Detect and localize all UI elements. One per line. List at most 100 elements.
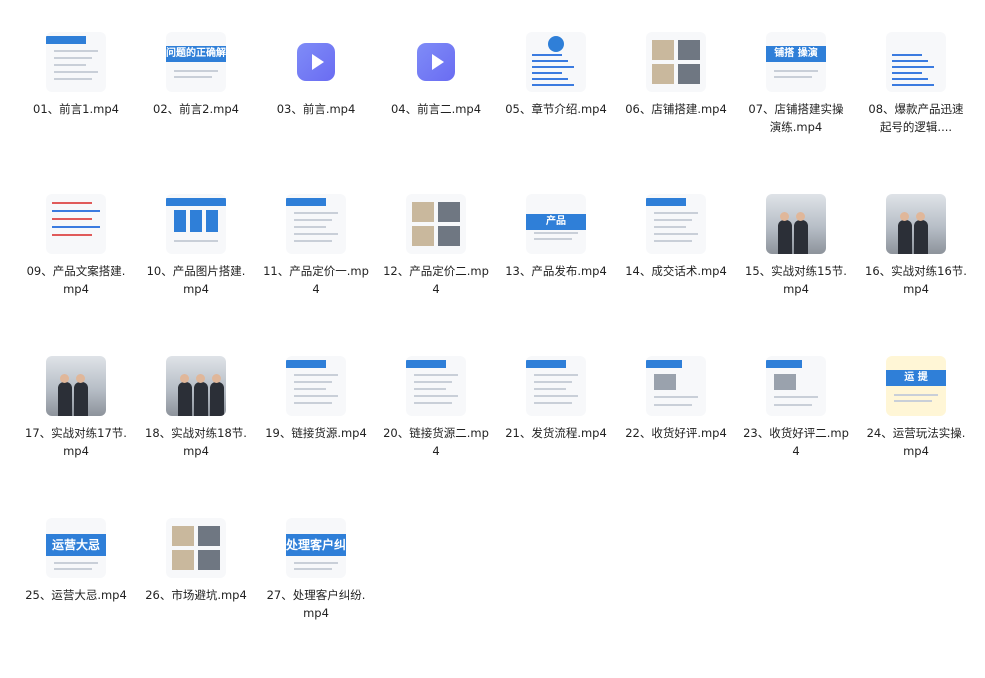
file-thumbnail[interactable] xyxy=(886,194,946,254)
thumb-text-line xyxy=(54,562,98,564)
thumb-banner: 运 提 xyxy=(886,370,946,386)
file-thumbnail[interactable] xyxy=(766,356,826,416)
file-name[interactable]: 13、产品发布.mp4 xyxy=(501,262,611,280)
file-item[interactable]: 14、成交话术.mp4 xyxy=(621,194,731,280)
file-thumbnail[interactable]: 铺搭 操演 xyxy=(766,32,826,92)
file-thumbnail[interactable] xyxy=(886,32,946,92)
file-thumbnail[interactable] xyxy=(406,356,466,416)
thumb-banner xyxy=(286,360,326,368)
file-item[interactable]: 03、前言.mp4 xyxy=(261,32,371,118)
file-thumbnail[interactable]: 问题的正确解决 xyxy=(166,32,226,92)
file-name[interactable]: 15、实战对练15节.mp4 xyxy=(741,262,851,298)
file-item[interactable]: 05、章节介绍.mp4 xyxy=(501,32,611,118)
file-name[interactable]: 24、运营玩法实操.mp4 xyxy=(861,424,971,460)
file-thumbnail[interactable]: 运营大忌 xyxy=(46,518,106,578)
file-item[interactable]: 17、实战对练17节.mp4 xyxy=(21,356,131,460)
file-name[interactable]: 08、爆款产品迅速起号的逻辑.... xyxy=(861,100,971,136)
file-name[interactable]: 25、运营大忌.mp4 xyxy=(21,586,131,604)
file-name[interactable]: 03、前言.mp4 xyxy=(261,100,371,118)
thumb-banner: 铺搭 操演 xyxy=(766,46,826,62)
file-item[interactable]: 铺搭 操演 07、店铺搭建实操演练.mp4 xyxy=(741,32,851,136)
thumb-banner xyxy=(406,360,446,368)
file-name[interactable]: 23、收货好评二.mp4 xyxy=(741,424,851,460)
file-item[interactable]: 08、爆款产品迅速起号的逻辑.... xyxy=(861,32,971,136)
person-head xyxy=(60,374,69,383)
thumb-list-line xyxy=(892,66,934,68)
file-thumbnail[interactable] xyxy=(166,356,226,416)
file-item[interactable]: 产品 13、产品发布.mp4 xyxy=(501,194,611,280)
file-thumbnail[interactable] xyxy=(166,194,226,254)
file-thumbnail[interactable]: 运 提 xyxy=(886,356,946,416)
file-thumbnail[interactable] xyxy=(646,32,706,92)
file-thumbnail[interactable] xyxy=(166,518,226,578)
file-name[interactable]: 07、店铺搭建实操演练.mp4 xyxy=(741,100,851,136)
person-head xyxy=(796,212,805,221)
file-name[interactable]: 17、实战对练17节.mp4 xyxy=(21,424,131,460)
file-item[interactable]: 10、产品图片搭建.mp4 xyxy=(141,194,251,298)
file-item[interactable]: 21、发货流程.mp4 xyxy=(501,356,611,442)
file-thumbnail[interactable] xyxy=(646,194,706,254)
file-name[interactable]: 11、产品定价一.mp4 xyxy=(261,262,371,298)
file-item[interactable]: 23、收货好评二.mp4 xyxy=(741,356,851,460)
file-thumbnail[interactable] xyxy=(526,356,586,416)
file-name[interactable]: 10、产品图片搭建.mp4 xyxy=(141,262,251,298)
file-thumbnail[interactable] xyxy=(286,194,346,254)
file-thumbnail[interactable] xyxy=(46,194,106,254)
file-item[interactable]: 处理客户纠纷 27、处理客户纠纷.mp4 xyxy=(261,518,371,622)
file-item[interactable]: 26、市场避坑.mp4 xyxy=(141,518,251,604)
file-item[interactable]: 19、链接货源.mp4 xyxy=(261,356,371,442)
file-name[interactable]: 19、链接货源.mp4 xyxy=(261,424,371,442)
file-thumbnail[interactable] xyxy=(406,32,466,92)
file-item[interactable]: 01、前言1.mp4 xyxy=(21,32,131,118)
file-name[interactable]: 14、成交话术.mp4 xyxy=(621,262,731,280)
file-item[interactable]: 20、链接货源二.mp4 xyxy=(381,356,491,460)
thumb-banner: 处理客户纠纷 xyxy=(286,534,346,556)
person-head xyxy=(180,374,189,383)
file-name[interactable]: 18、实战对练18节.mp4 xyxy=(141,424,251,460)
file-name[interactable]: 21、发货流程.mp4 xyxy=(501,424,611,442)
file-item[interactable]: 运营大忌 25、运营大忌.mp4 xyxy=(21,518,131,604)
file-thumbnail[interactable] xyxy=(286,32,346,92)
file-name[interactable]: 09、产品文案搭建.mp4 xyxy=(21,262,131,298)
thumb-list-line xyxy=(892,78,928,80)
file-name[interactable]: 16、实战对练16节.mp4 xyxy=(861,262,971,298)
file-thumbnail[interactable]: 产品 xyxy=(526,194,586,254)
file-item[interactable]: 11、产品定价一.mp4 xyxy=(261,194,371,298)
file-item[interactable]: 22、收货好评.mp4 xyxy=(621,356,731,442)
thumb-text-line xyxy=(534,232,578,234)
file-item[interactable]: 16、实战对练16节.mp4 xyxy=(861,194,971,298)
file-thumbnail[interactable] xyxy=(766,194,826,254)
file-item[interactable]: 09、产品文案搭建.mp4 xyxy=(21,194,131,298)
file-thumbnail[interactable] xyxy=(46,356,106,416)
file-item[interactable]: 04、前言二.mp4 xyxy=(381,32,491,118)
file-name[interactable]: 12、产品定价二.mp4 xyxy=(381,262,491,298)
thumb-list-line xyxy=(892,54,922,56)
file-item[interactable]: 运 提 24、运营玩法实操.mp4 xyxy=(861,356,971,460)
file-thumbnail[interactable]: 处理客户纠纷 xyxy=(286,518,346,578)
file-item[interactable]: 06、店铺搭建.mp4 xyxy=(621,32,731,118)
file-name[interactable]: 02、前言2.mp4 xyxy=(141,100,251,118)
file-thumbnail[interactable] xyxy=(406,194,466,254)
thumb-text-line xyxy=(294,233,338,235)
file-name[interactable]: 22、收货好评.mp4 xyxy=(621,424,731,442)
person-figure xyxy=(898,220,912,254)
file-thumbnail[interactable] xyxy=(46,32,106,92)
file-thumbnail[interactable] xyxy=(526,32,586,92)
file-name[interactable]: 01、前言1.mp4 xyxy=(21,100,131,118)
thumb-text-line xyxy=(52,210,100,212)
file-name[interactable]: 26、市场避坑.mp4 xyxy=(141,586,251,604)
thumb-list-line xyxy=(892,72,922,74)
file-name[interactable]: 27、处理客户纠纷.mp4 xyxy=(261,586,371,622)
file-name[interactable]: 06、店铺搭建.mp4 xyxy=(621,100,731,118)
file-item[interactable]: 问题的正确解决 02、前言2.mp4 xyxy=(141,32,251,118)
file-name[interactable]: 04、前言二.mp4 xyxy=(381,100,491,118)
file-thumbnail[interactable] xyxy=(646,356,706,416)
file-name[interactable]: 05、章节介绍.mp4 xyxy=(501,100,611,118)
file-item[interactable]: 12、产品定价二.mp4 xyxy=(381,194,491,298)
file-item[interactable]: 15、实战对练15节.mp4 xyxy=(741,194,851,298)
file-item[interactable]: 18、实战对练18节.mp4 xyxy=(141,356,251,460)
file-name[interactable]: 20、链接货源二.mp4 xyxy=(381,424,491,460)
thumb-text-line xyxy=(174,240,218,242)
thumb-photo-block xyxy=(412,226,434,246)
file-thumbnail[interactable] xyxy=(286,356,346,416)
